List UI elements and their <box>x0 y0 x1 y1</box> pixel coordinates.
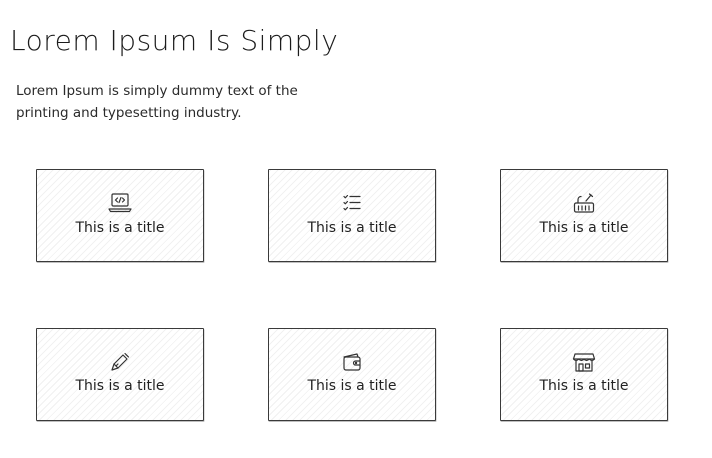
card-title: This is a title <box>307 220 397 236</box>
card-title: This is a title <box>75 378 165 394</box>
card-6[interactable]: This is a title <box>500 328 668 421</box>
card-4[interactable]: This is a title <box>36 328 204 421</box>
page-title: Lorem Ipsum Is Simply <box>10 24 339 57</box>
card-title: This is a title <box>539 378 629 394</box>
card-2[interactable]: This is a title <box>268 169 436 262</box>
store-icon <box>571 351 597 373</box>
card-1[interactable]: This is a title <box>36 169 204 262</box>
tools-box-icon <box>571 192 597 214</box>
laptop-code-icon <box>107 192 133 214</box>
card-3[interactable]: This is a title <box>500 169 668 262</box>
card-title: This is a title <box>307 378 397 394</box>
list-checks-icon <box>339 192 365 214</box>
wallet-icon <box>339 351 365 373</box>
card-title: This is a title <box>75 220 165 236</box>
card-5[interactable]: This is a title <box>268 328 436 421</box>
pen-icon <box>107 351 133 373</box>
card-title: This is a title <box>539 220 629 236</box>
page-subtitle: Lorem Ipsum is simply dummy text of the … <box>16 83 298 121</box>
